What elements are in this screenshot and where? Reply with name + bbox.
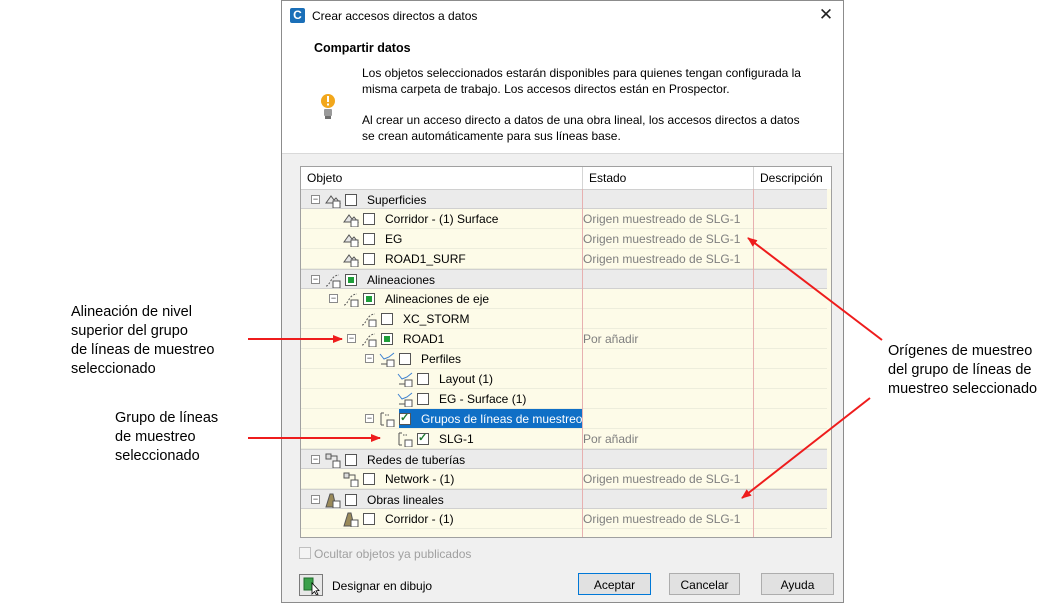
annotation-arrows (248, 237, 883, 499)
arrow-to-lower-sources (741, 397, 871, 499)
arrow-to-upper-sources (747, 237, 883, 341)
